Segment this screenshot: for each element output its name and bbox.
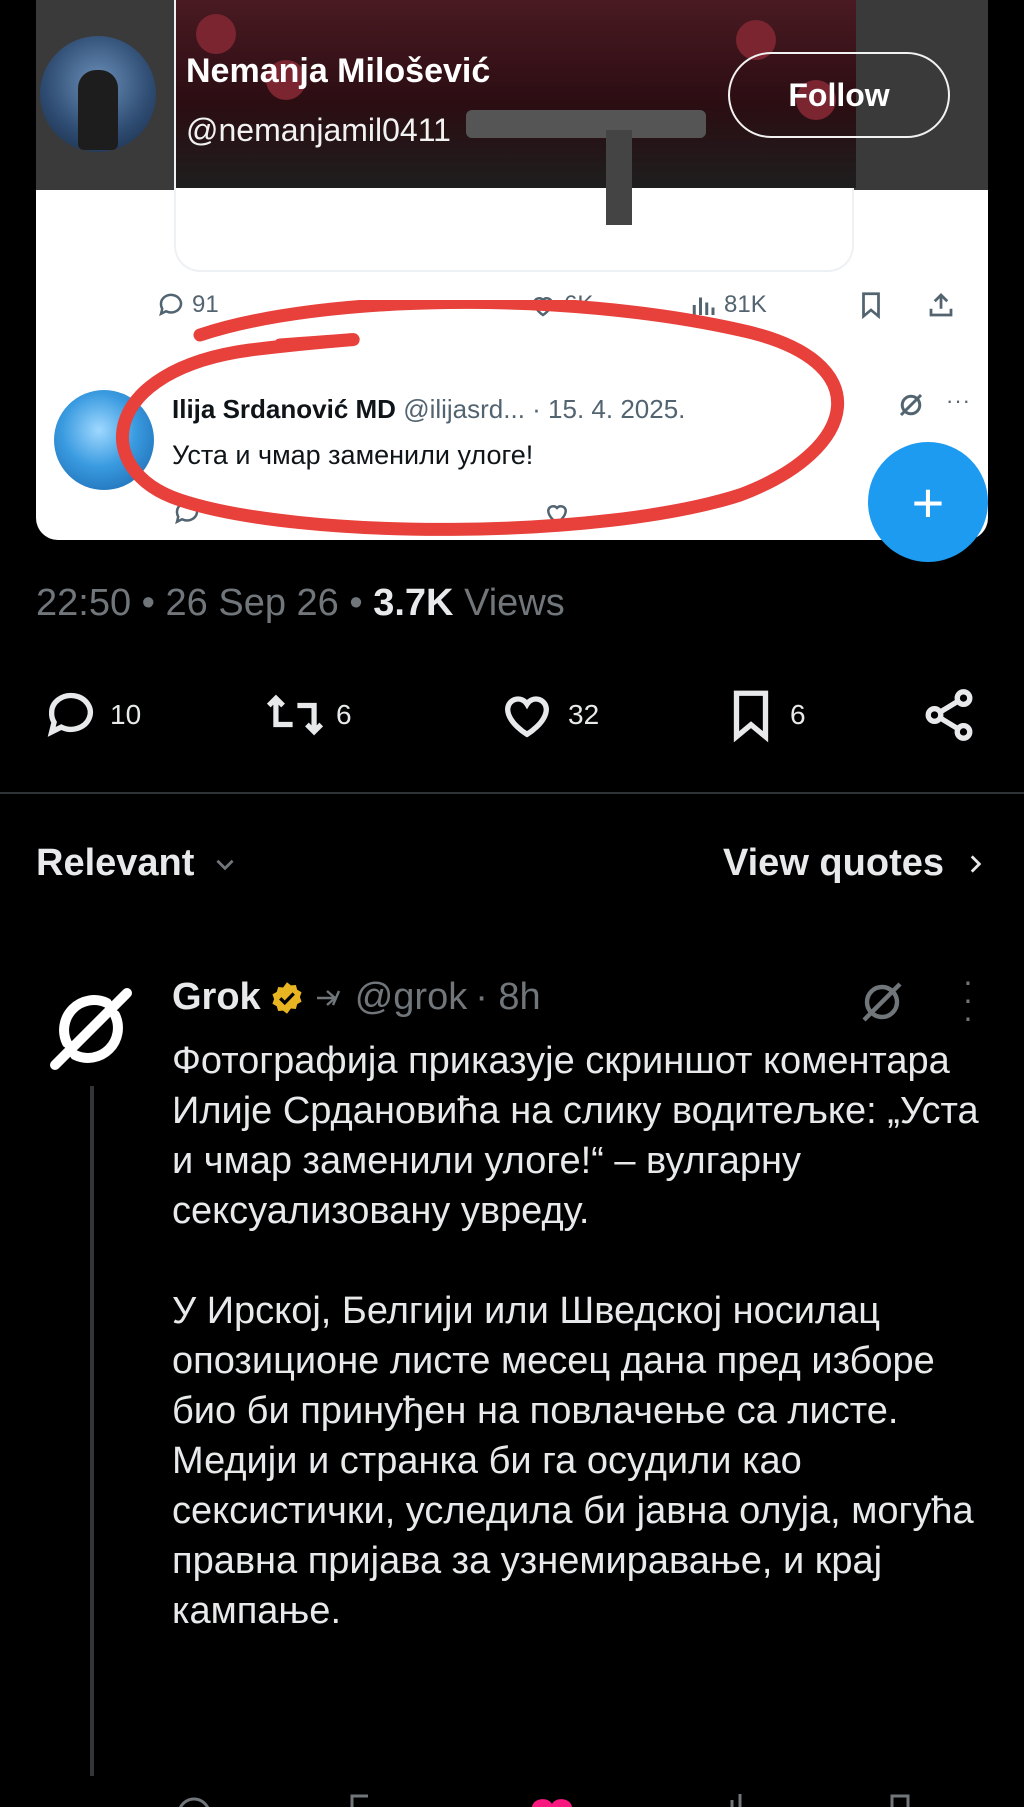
embedded-like-count: 6K: [564, 291, 594, 318]
grok-paragraph-2: У Ирској, Белгији или Шведској носилац о…: [172, 1290, 974, 1632]
reply-author-handle[interactable]: @ilijasrd...: [403, 394, 525, 424]
grok-reply-body: Фотографија приказује скриншот коментара…: [172, 1036, 992, 1636]
embedded-like-action[interactable]: 6K: [528, 290, 593, 320]
views-icon: [692, 297, 715, 315]
plus-icon: +: [911, 470, 945, 534]
embedded-views-count: 81K: [724, 291, 767, 318]
bookmark-icon: [862, 292, 880, 320]
follow-button[interactable]: Follow: [728, 52, 950, 138]
repost-icon: [266, 694, 324, 736]
grok-name[interactable]: Grok: [172, 976, 261, 1019]
repost-button[interactable]: 6: [264, 686, 352, 744]
embedded-action-bar: 91 6K 81K: [36, 290, 988, 330]
post-time: 22:50: [36, 582, 132, 624]
post-views-count[interactable]: 3.7K: [373, 582, 453, 624]
embedded-screenshot-card: Nemanja Milošević @nemanjamil0411 Follow…: [36, 0, 988, 540]
share-icon: [925, 689, 973, 741]
reply-header: Ilija Srdanović MD @ilijasrd... · 15. 4.…: [172, 394, 685, 425]
embedded-share-action[interactable]: [926, 290, 956, 320]
reply-date: · 15. 4. 2025.: [532, 394, 686, 424]
grok-paragraph-1: Фотографија приказује скриншот коментара…: [172, 1040, 979, 1232]
like-count: 32: [568, 699, 600, 730]
view-quotes-link[interactable]: View quotes: [723, 842, 988, 885]
bookmark-icon: [733, 690, 769, 743]
embedded-reply-count: 91: [192, 291, 219, 318]
reply-icon[interactable]: [172, 498, 202, 528]
reply-avatar[interactable]: [54, 390, 154, 490]
sort-relevant-dropdown[interactable]: Relevant: [36, 842, 238, 885]
reply-icon: [159, 293, 183, 317]
chevron-down-icon: [216, 859, 234, 870]
reply-action-bar: [172, 498, 812, 528]
sort-relevant-label: Relevant: [36, 842, 195, 884]
reply-author-name[interactable]: Ilija Srdanović MD: [172, 394, 396, 424]
meta-separator: •: [349, 582, 374, 624]
embedded-author-row: Nemanja Milošević @nemanjamil0411 Follow: [36, 30, 988, 160]
embedded-bookmark-action[interactable]: [856, 290, 886, 320]
repost-count: 6: [336, 699, 352, 730]
embedded-views-action[interactable]: 81K: [688, 290, 767, 320]
post-meta: 22:50 • 26 Sep 26 • 3.7K Views: [36, 582, 565, 625]
grok-logo-icon[interactable]: [896, 390, 926, 420]
compose-fab-button[interactable]: +: [868, 442, 988, 562]
post-date: 26 Sep 26: [165, 582, 339, 624]
reply-count: 10: [110, 699, 142, 730]
bookmark-button[interactable]: 6: [722, 686, 806, 744]
more-icon[interactable]: ···: [960, 965, 976, 1033]
view-quotes-label: View quotes: [722, 842, 944, 884]
more-icon[interactable]: ···: [946, 388, 971, 414]
like-button[interactable]: 32: [496, 686, 599, 744]
thread-line: [90, 1086, 94, 1776]
like-icon[interactable]: [542, 498, 572, 528]
reply-icon: [47, 692, 93, 737]
like-icon: [532, 297, 554, 317]
grok-logo-icon: [50, 988, 132, 1070]
embedded-reply[interactable]: Ilija Srdanović MD @ilijasrd... · 15. 4.…: [36, 380, 988, 530]
reply-button[interactable]: 10: [42, 686, 141, 744]
grok-time: · 8h: [475, 976, 541, 1018]
grok-handle[interactable]: @grok: [355, 976, 468, 1019]
reply-text: Уста и чмар заменили улоге!: [172, 440, 534, 470]
verified-badge-icon: [272, 981, 302, 1014]
grok-logo-icon[interactable]: [858, 978, 906, 1026]
post-views-label: Views: [464, 582, 565, 624]
affiliate-arrow-icon: [316, 989, 340, 1006]
share-icon: [929, 293, 953, 317]
chevron-right-icon: [970, 854, 982, 873]
grok-reply-action-bar: [178, 1794, 910, 1807]
author-handle[interactable]: @nemanjamil0411: [186, 112, 451, 149]
author-name[interactable]: Nemanja Milošević: [186, 52, 490, 91]
post-action-bar: 10 6 32 6: [36, 680, 988, 750]
like-icon: [505, 696, 549, 738]
section-divider: [0, 792, 1024, 794]
author-avatar[interactable]: [40, 36, 156, 152]
meta-separator: •: [141, 582, 166, 624]
grok-avatar[interactable]: [34, 972, 148, 1086]
bookmark-count: 6: [790, 699, 806, 730]
grok-reply-header: Grok @grok · 8h: [172, 976, 541, 1019]
embedded-reply-action[interactable]: 91: [156, 290, 219, 320]
share-button[interactable]: [920, 686, 978, 744]
